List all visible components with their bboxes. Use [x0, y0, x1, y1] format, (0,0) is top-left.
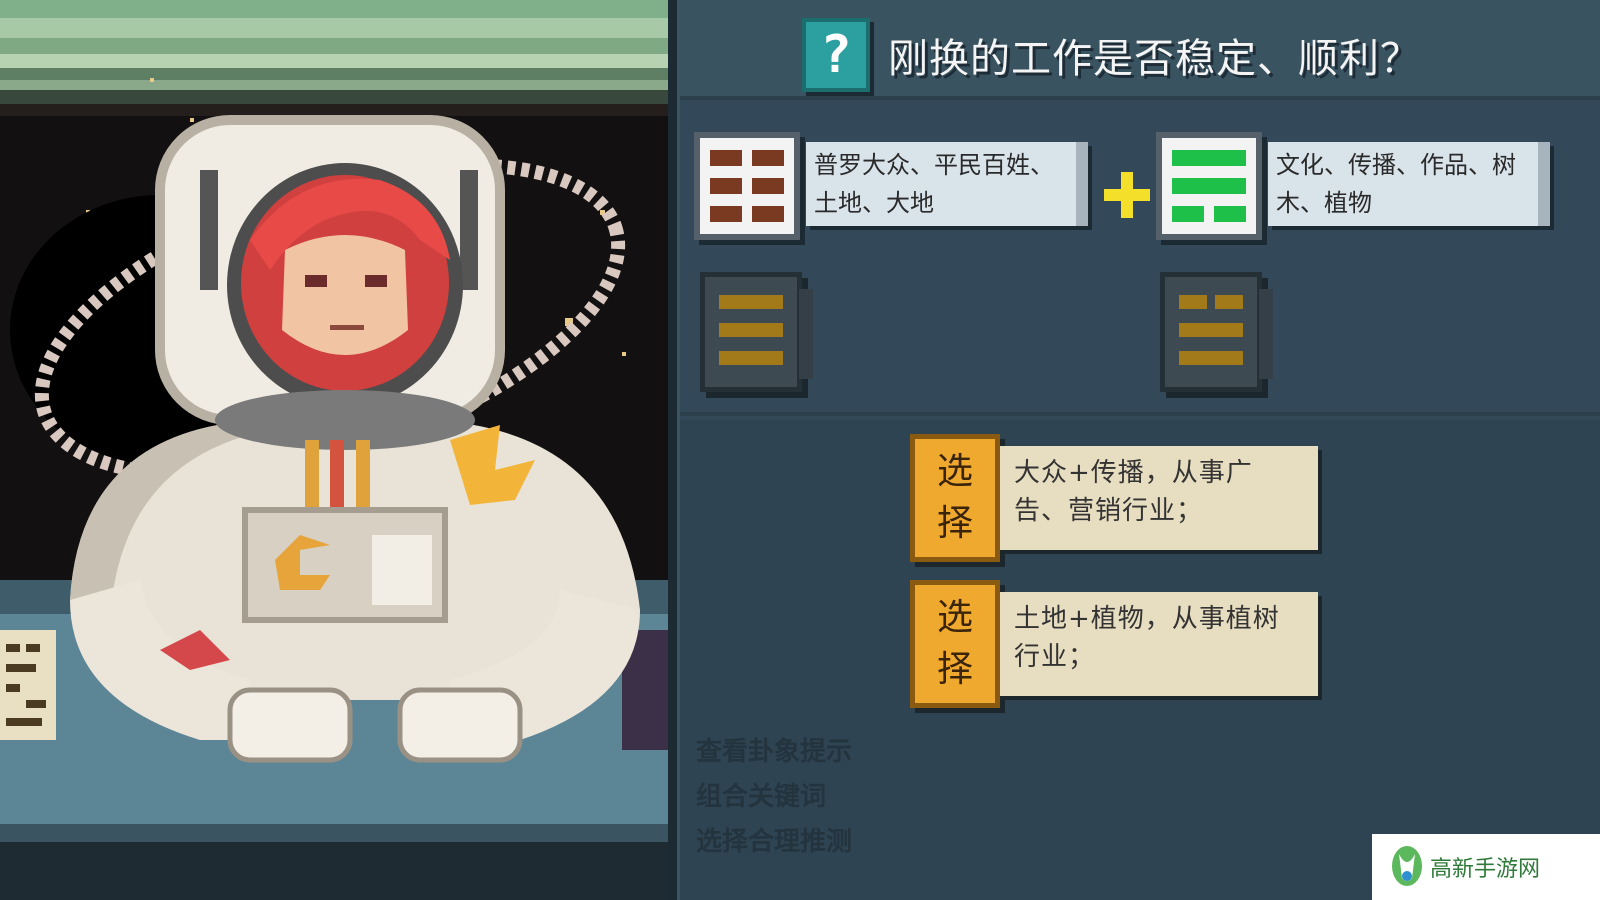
select-button[interactable]: 选 择: [910, 580, 1000, 708]
hint-step: 选择合理推测: [696, 827, 853, 857]
choice-option-1[interactable]: 选 择 大众+传播，从事广告、营销行业；: [910, 434, 1318, 562]
watermark-text: 高新手游网: [1430, 857, 1541, 882]
slot-tab: [1259, 289, 1273, 379]
lower-trigram-left[interactable]: [700, 272, 813, 392]
slot-tab: [799, 289, 813, 379]
panel-band: [680, 412, 1600, 416]
choice-text: 大众+传播，从事广告、营销行业；: [1000, 446, 1318, 550]
select-button[interactable]: 选 择: [910, 434, 1000, 562]
hint-step: 组合关键词: [696, 782, 827, 812]
trigram-line: [719, 295, 783, 309]
character-scene: [0, 0, 668, 900]
trigram-card-kun[interactable]: 普罗大众、平民百姓、土地、大地: [694, 132, 1088, 240]
trigram-xun-label: 文化、传播、作品、树木、植物: [1268, 142, 1550, 226]
trigram-kun-label: 普罗大众、平民百姓、土地、大地: [806, 142, 1088, 226]
panel-band: [680, 96, 1600, 100]
plus-icon: [1104, 172, 1150, 218]
panel-divider: [668, 0, 680, 900]
trigram-line: [1179, 351, 1243, 365]
select-button-char: 择: [936, 503, 973, 544]
trigram-line: [1179, 323, 1243, 337]
question-text: 刚换的工作是否稳定、顺利？: [888, 36, 1421, 82]
trigram-card-xun[interactable]: 文化、传播、作品、树木、植物: [1156, 132, 1550, 240]
trigram-line: [719, 351, 783, 365]
question-header: ? 刚换的工作是否稳定、顺利？: [802, 18, 1421, 92]
watermark-logo-icon: [1392, 846, 1422, 886]
select-button-char: 选: [936, 597, 973, 638]
watermark: 高新手游网: [1372, 834, 1600, 900]
trigram-xun-icon: [1156, 132, 1262, 240]
choice-option-2[interactable]: 选 择 土地+植物，从事植树行业；: [910, 580, 1318, 708]
trigram-line: [1179, 295, 1207, 309]
question-mark-icon: ?: [802, 18, 870, 92]
lower-trigram-right[interactable]: [1160, 272, 1273, 392]
select-button-char: 选: [936, 451, 973, 492]
choice-text: 土地+植物，从事植树行业；: [1000, 592, 1318, 696]
hint-steps: 查看卦象提示 组合关键词 选择合理推测: [696, 730, 852, 865]
trigram-line: [1215, 295, 1243, 309]
trigram-kun-icon: [694, 132, 800, 240]
divination-panel: ? 刚换的工作是否稳定、顺利？ 普罗大众、平民百姓、土地、大地 文化、传播、作品…: [680, 0, 1600, 900]
hint-step: 查看卦象提示: [696, 737, 853, 767]
trigram-line: [719, 323, 783, 337]
select-button-char: 择: [936, 649, 973, 690]
astronaut-illustration: [0, 0, 668, 900]
